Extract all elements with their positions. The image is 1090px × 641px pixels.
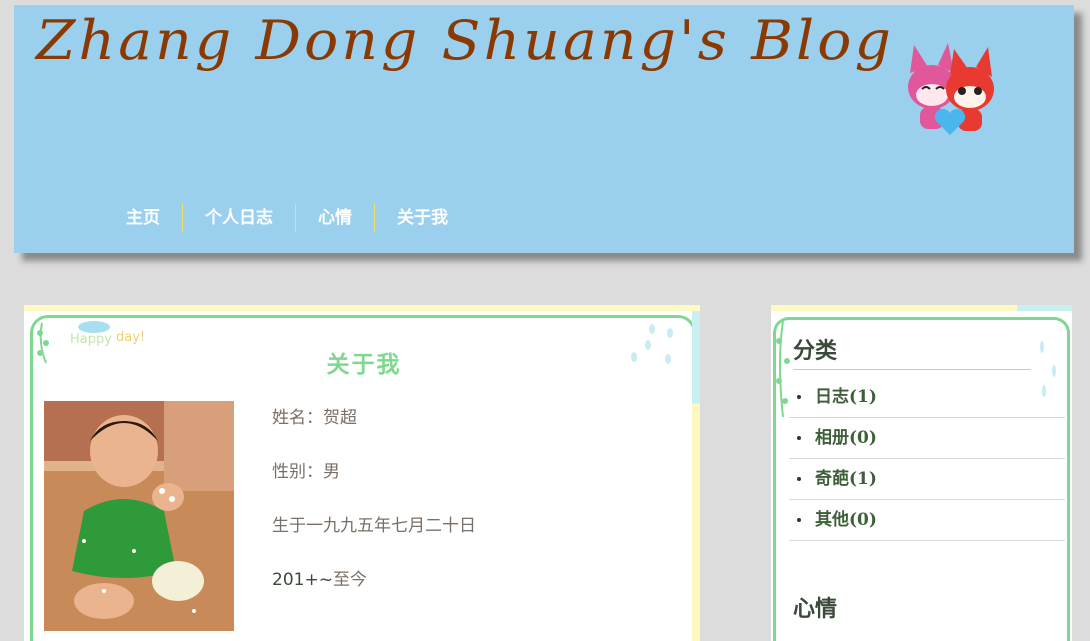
- info-gender: 性别：男: [272, 462, 340, 482]
- bullet-icon: [797, 477, 801, 481]
- site-header: Zhang Dong Shuang's Blog 主页 个人日志 心情 关于我: [14, 5, 1074, 253]
- about-info: 姓名：贺超 性别：男 生于一九九五年七月二十日 201+~至今: [272, 403, 476, 619]
- main-nav: 主页 个人日志 心情 关于我: [104, 203, 470, 233]
- category-label: 其他(0): [815, 510, 877, 530]
- categories-heading: 分类: [793, 333, 1031, 370]
- category-label: 奇葩(1): [815, 469, 877, 489]
- mascot-foxes-icon: [908, 43, 994, 135]
- sidebar: 分类 日志(1) 相册(0) 奇葩(1) 其他(0) 心情: [771, 305, 1072, 641]
- period-end: 至今: [332, 570, 367, 590]
- info-period: 201+~至今: [272, 565, 476, 619]
- category-label: 相册(0): [815, 428, 877, 448]
- category-other[interactable]: 其他(0): [789, 500, 1065, 541]
- period-start: 201+~: [272, 570, 333, 590]
- bullet-icon: [797, 518, 801, 522]
- bullet-icon: [797, 436, 801, 440]
- category-list: 日志(1) 相册(0) 奇葩(1) 其他(0): [789, 377, 1065, 541]
- nav-about[interactable]: 关于我: [374, 204, 470, 232]
- category-album[interactable]: 相册(0): [789, 418, 1065, 459]
- info-name: 姓名：贺超: [272, 408, 357, 428]
- mood-heading: 心情: [793, 597, 838, 622]
- profile-photo: [44, 401, 234, 631]
- sidebar-stripe: [1017, 305, 1072, 311]
- category-label: 日志(1): [815, 387, 877, 407]
- blog-title[interactable]: Zhang Dong Shuang's Blog: [36, 9, 894, 72]
- page-title: 关于我: [326, 352, 402, 378]
- about-card: Happy day! 关于我 姓名：贺超 性别：男 生于一九九五年七月二十日 2…: [24, 305, 700, 641]
- nav-mood[interactable]: 心情: [295, 204, 374, 232]
- category-weird[interactable]: 奇葩(1): [789, 459, 1065, 500]
- bullet-icon: [797, 395, 801, 399]
- info-birth: 生于一九九五年七月二十日: [272, 516, 476, 536]
- category-diary[interactable]: 日志(1): [789, 377, 1065, 418]
- svg-text:day!: day!: [116, 330, 145, 345]
- nav-home[interactable]: 主页: [104, 204, 182, 232]
- nav-diary[interactable]: 个人日志: [182, 204, 295, 232]
